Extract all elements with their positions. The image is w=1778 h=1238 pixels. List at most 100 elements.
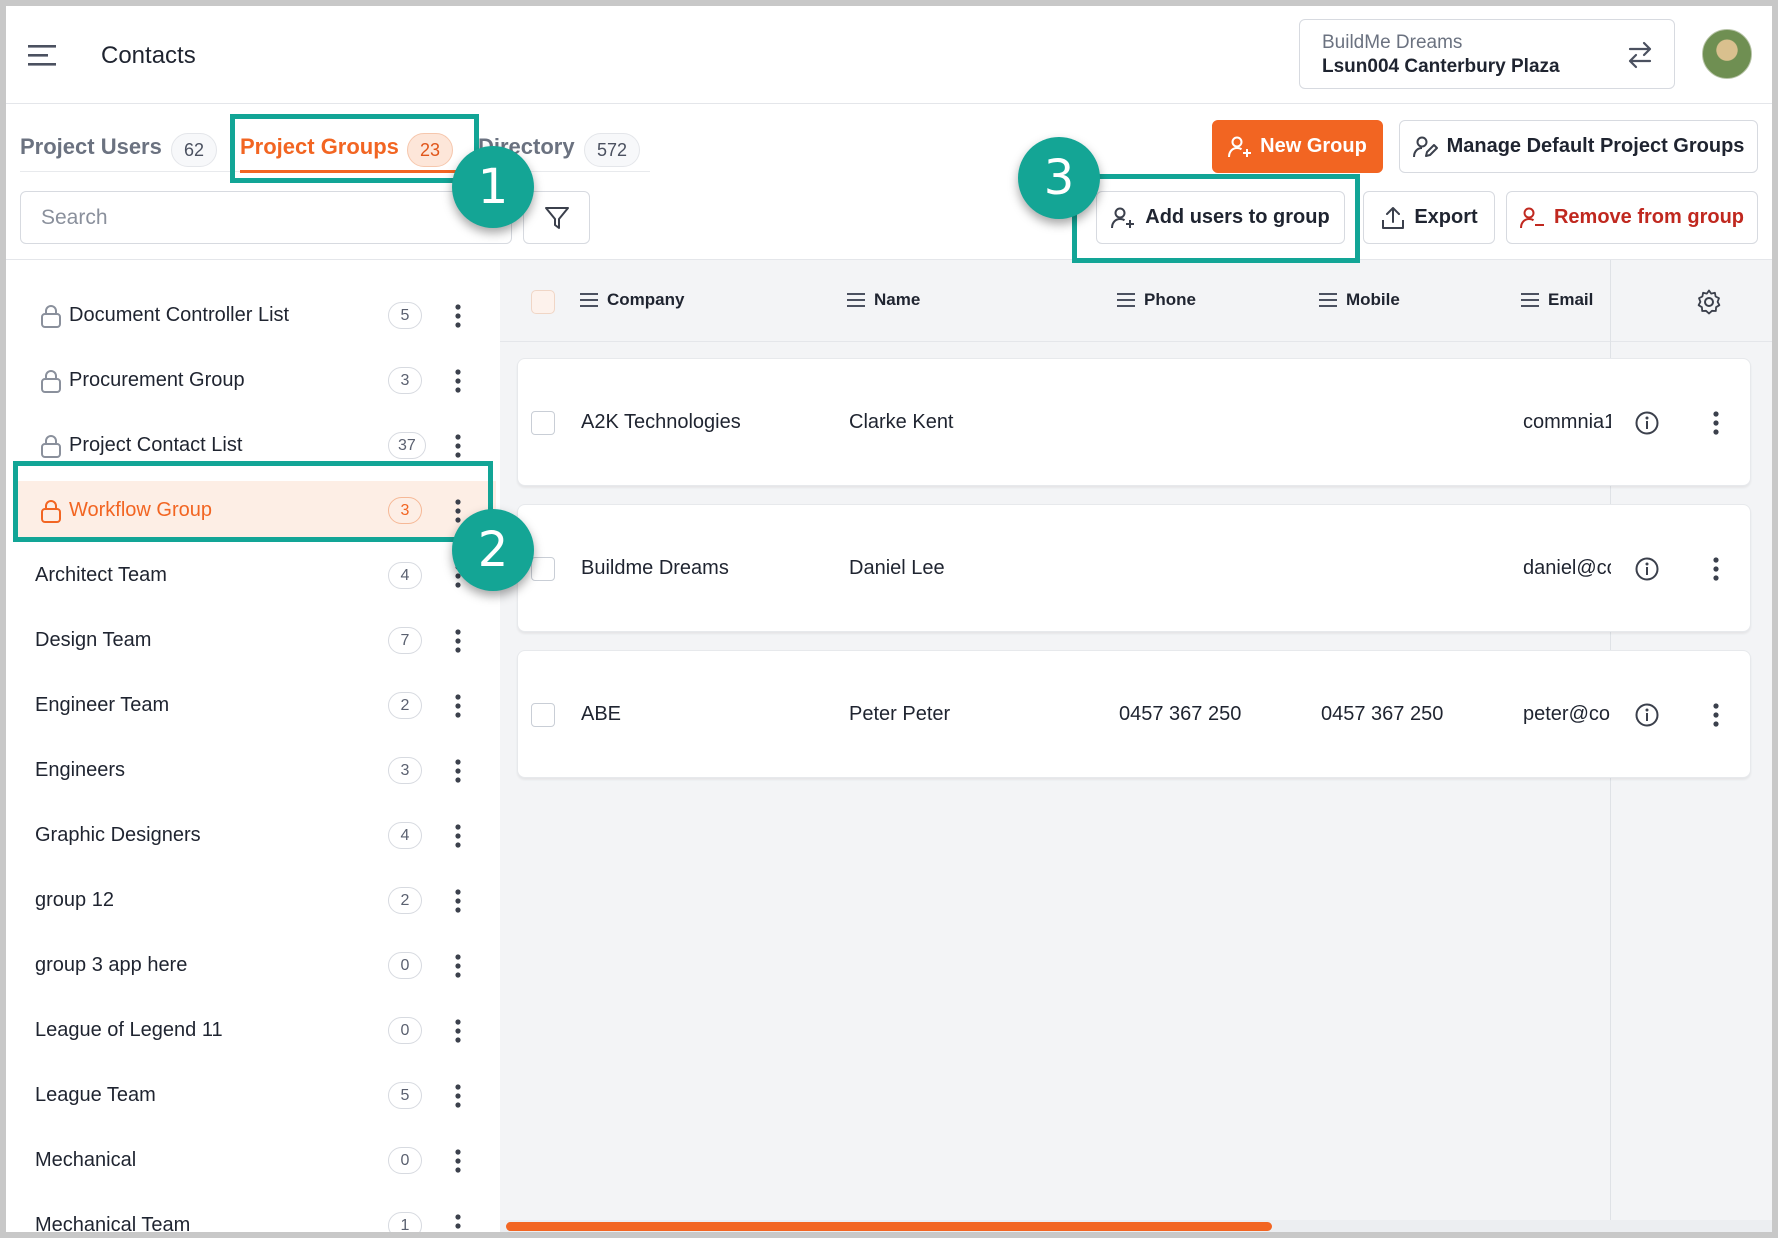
project-switcher[interactable]: BuildMe Dreams Lsun004 Canterbury Plaza xyxy=(1299,19,1675,89)
group-count: 3 xyxy=(388,497,422,524)
cell-company: A2K Technologies xyxy=(581,411,741,433)
scrollbar-thumb[interactable] xyxy=(506,1222,1272,1231)
filter-button[interactable] xyxy=(523,191,590,244)
kebab-menu-icon[interactable] xyxy=(446,757,470,785)
user-avatar[interactable] xyxy=(1702,29,1752,79)
group-item[interactable]: League of Legend 11 0 xyxy=(16,1001,496,1059)
table-row[interactable]: Buildme Dreams Daniel Lee daniel@co xyxy=(517,504,1751,632)
lock-icon xyxy=(41,500,61,523)
cell-name: Daniel Lee xyxy=(849,557,945,579)
hamburger-icon[interactable] xyxy=(28,44,56,66)
kebab-menu-icon[interactable] xyxy=(1706,701,1726,729)
group-label: Workflow Group xyxy=(69,499,213,521)
column-header-name[interactable]: Name xyxy=(847,290,920,310)
kebab-menu-icon[interactable] xyxy=(446,1147,470,1175)
kebab-menu-icon[interactable] xyxy=(446,367,470,395)
remove-from-group-label: Remove from group xyxy=(1553,206,1745,228)
row-checkbox[interactable] xyxy=(531,411,555,435)
new-group-label: New Group xyxy=(1260,135,1367,157)
step-callout: 3 xyxy=(1018,137,1100,219)
kebab-menu-icon[interactable] xyxy=(446,627,470,655)
kebab-menu-icon[interactable] xyxy=(1706,409,1726,437)
kebab-menu-icon[interactable] xyxy=(446,887,470,915)
row-checkbox[interactable] xyxy=(531,557,555,581)
kebab-menu-icon[interactable] xyxy=(446,952,470,980)
group-item[interactable]: Engineer Team 2 xyxy=(16,676,496,734)
kebab-menu-icon[interactable] xyxy=(1706,555,1726,583)
swap-arrows-icon xyxy=(1628,41,1652,69)
group-count: 7 xyxy=(388,627,422,654)
add-users-to-group-button[interactable]: Add users to group xyxy=(1096,191,1345,244)
group-item[interactable]: Mechanical Team 1 xyxy=(16,1196,496,1232)
kebab-menu-icon[interactable] xyxy=(446,692,470,720)
kebab-menu-icon[interactable] xyxy=(446,562,470,590)
remove-user-icon xyxy=(1519,207,1544,228)
cell-email: daniel@co xyxy=(1523,557,1611,579)
cell-company: Buildme Dreams xyxy=(581,557,729,579)
group-item[interactable]: Graphic Designers 4 xyxy=(16,806,496,864)
group-count: 0 xyxy=(388,952,422,979)
search-input[interactable] xyxy=(20,191,512,244)
upload-icon xyxy=(1382,206,1405,229)
group-item[interactable]: League Team 5 xyxy=(16,1066,496,1124)
kebab-menu-icon[interactable] xyxy=(446,1017,470,1045)
kebab-menu-icon[interactable] xyxy=(446,822,470,850)
group-item[interactable]: Architect Team 4 xyxy=(16,546,496,604)
cell-company: ABE xyxy=(581,703,622,725)
column-header-mobile[interactable]: Mobile xyxy=(1319,290,1400,310)
gear-icon[interactable] xyxy=(1696,289,1722,315)
cell-phone: 0457 367 250 xyxy=(1119,703,1242,725)
info-icon[interactable] xyxy=(1634,702,1660,728)
group-item[interactable]: group 3 app here 0 xyxy=(16,936,496,994)
project-name: Lsun004 Canterbury Plaza xyxy=(1322,56,1560,77)
group-item[interactable]: Procurement Group 3 xyxy=(16,351,496,409)
remove-from-group-button[interactable]: Remove from group xyxy=(1506,191,1758,244)
tab-project-users[interactable]: Project Users xyxy=(20,134,162,160)
manage-default-groups-button[interactable]: Manage Default Project Groups xyxy=(1399,120,1758,173)
group-item[interactable]: group 12 2 xyxy=(16,871,496,929)
group-count: 2 xyxy=(388,887,422,914)
group-item[interactable]: Project Contact List 37 xyxy=(16,416,496,474)
group-item[interactable]: Document Controller List 5 xyxy=(16,286,496,344)
tab-directory[interactable]: Directory xyxy=(478,134,575,160)
group-label: League of Legend 11 xyxy=(35,1019,223,1041)
group-item[interactable]: Design Team 7 xyxy=(16,611,496,669)
column-header-email[interactable]: Email xyxy=(1521,290,1593,310)
kebab-menu-icon[interactable] xyxy=(446,497,470,525)
table-row[interactable]: A2K Technologies Clarke Kent commnia1 xyxy=(517,358,1751,486)
lock-icon xyxy=(41,435,61,458)
group-count: 0 xyxy=(388,1017,422,1044)
kebab-menu-icon[interactable] xyxy=(446,302,470,330)
kebab-menu-icon[interactable] xyxy=(446,1212,470,1232)
group-count: 3 xyxy=(388,367,422,394)
active-tab-indicator xyxy=(240,170,460,173)
cell-mobile: 0457 367 250 xyxy=(1321,703,1444,725)
group-count: 4 xyxy=(388,822,422,849)
info-icon[interactable] xyxy=(1634,556,1660,582)
group-label: Design Team xyxy=(35,629,152,651)
new-group-button[interactable]: New Group xyxy=(1212,120,1383,173)
export-label: Export xyxy=(1414,206,1478,228)
cell-email: peter@co xyxy=(1523,703,1611,725)
info-icon[interactable] xyxy=(1634,410,1660,436)
group-item[interactable]: Mechanical 0 xyxy=(16,1131,496,1189)
group-count: 2 xyxy=(388,692,422,719)
group-item-selected[interactable]: Workflow Group 3 xyxy=(16,481,496,539)
select-all-checkbox[interactable] xyxy=(531,290,555,314)
group-count: 0 xyxy=(388,1147,422,1174)
row-checkbox[interactable] xyxy=(531,703,555,727)
column-header-phone[interactable]: Phone xyxy=(1117,290,1196,310)
column-label: Mobile xyxy=(1346,290,1400,309)
kebab-menu-icon[interactable] xyxy=(446,1082,470,1110)
table-header: Company Name Phone Mobile Email xyxy=(500,260,1772,342)
group-label: League Team xyxy=(35,1084,156,1106)
column-label: Email xyxy=(1548,290,1594,309)
export-button[interactable]: Export xyxy=(1363,191,1495,244)
group-item[interactable]: Engineers 3 xyxy=(16,741,496,799)
tab-project-groups[interactable]: Project Groups xyxy=(240,134,399,160)
table-row[interactable]: ABE Peter Peter 0457 367 250 0457 367 25… xyxy=(517,650,1751,778)
column-header-company[interactable]: Company xyxy=(580,290,684,310)
cell-name: Peter Peter xyxy=(849,703,951,725)
group-label: Document Controller List xyxy=(69,304,290,326)
kebab-menu-icon[interactable] xyxy=(446,432,470,460)
